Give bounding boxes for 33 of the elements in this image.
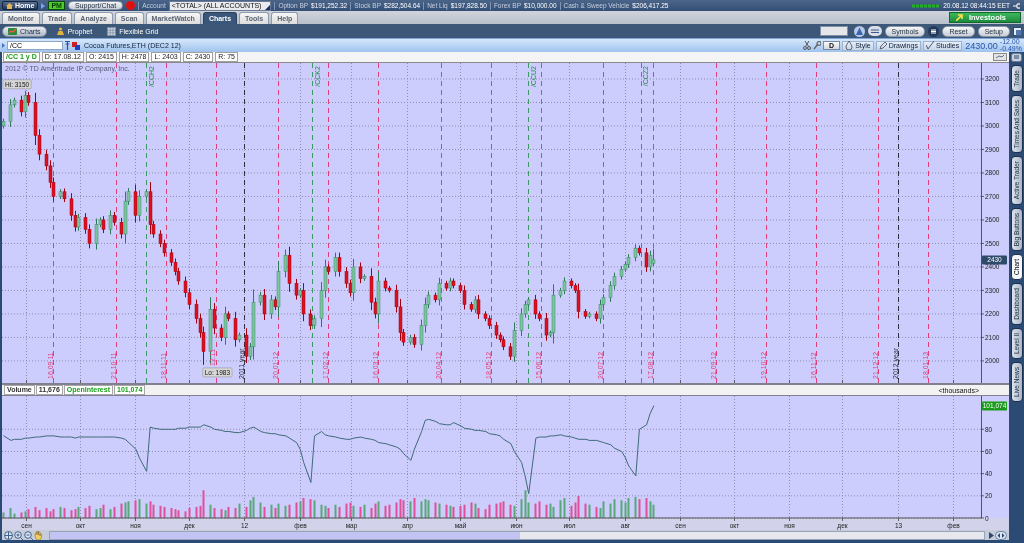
list-icon[interactable] (928, 25, 940, 37)
hand-icon[interactable] (34, 530, 42, 540)
scrollbar-thumb[interactable] (50, 531, 520, 539)
t-shape-icon[interactable] (65, 41, 70, 50)
candle (2, 118, 6, 130)
volume-bar (2, 512, 5, 518)
arrow-icon (955, 14, 964, 21)
lines-icon[interactable] (1011, 53, 1022, 62)
scrollbar[interactable] (49, 530, 985, 540)
signal-meter-icon (912, 3, 941, 8)
magnifier-icon[interactable] (813, 41, 822, 50)
chart-icon (8, 26, 17, 36)
equals-icon[interactable] (867, 26, 882, 36)
plug-icon[interactable] (1013, 2, 1022, 9)
triangle-icon[interactable] (853, 25, 865, 37)
window-icon[interactable] (1013, 26, 1022, 36)
right-triangle-icon[interactable] (41, 2, 46, 9)
line-chart-icon[interactable] (993, 53, 1007, 61)
last-price: 2430.00 (965, 40, 998, 51)
grid-icon (107, 26, 117, 36)
crosshair-icon[interactable] (4, 530, 13, 540)
figure-icon (55, 26, 65, 36)
house-icon (6, 2, 13, 9)
drop-icon (845, 41, 854, 50)
check-icon (925, 41, 934, 50)
input-field[interactable] (819, 26, 848, 36)
right-arrow-icon[interactable] (989, 531, 994, 539)
zoom-in-icon[interactable] (14, 530, 23, 540)
zoom-out-icon[interactable] (24, 530, 33, 540)
pencil-icon (878, 41, 887, 50)
squares-icon[interactable] (72, 41, 80, 50)
small-triangle-icon[interactable] (2, 43, 5, 48)
scissors-icon[interactable] (803, 41, 812, 50)
